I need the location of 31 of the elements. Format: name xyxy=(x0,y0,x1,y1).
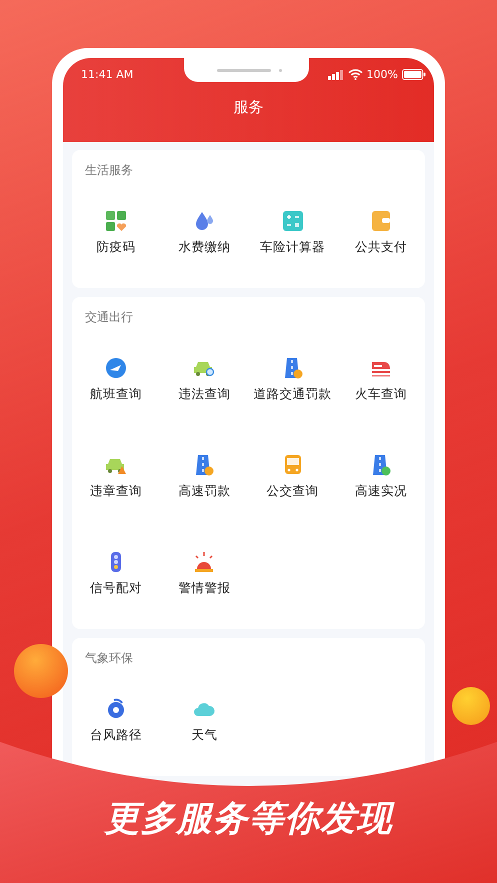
service-item[interactable]: 公交查询 xyxy=(248,453,337,500)
service-item[interactable]: 防疫码 xyxy=(72,209,160,256)
wifi-icon xyxy=(348,69,363,80)
service-item[interactable]: 公共支付 xyxy=(336,209,425,256)
section-title: 气象环保 xyxy=(84,650,134,667)
service-item[interactable]: 车险计算器 xyxy=(248,209,337,256)
status-time: 11:41 AM xyxy=(81,67,134,81)
section-title: 生活服务 xyxy=(84,162,134,179)
airplane-icon xyxy=(104,356,128,380)
section-title: 交通出行 xyxy=(84,309,134,326)
service-item[interactable]: 道路交通罚款 xyxy=(248,356,337,403)
calculator-icon xyxy=(280,209,305,233)
service-item[interactable]: 航班查询 xyxy=(72,356,160,403)
service-item[interactable]: 违法查询 xyxy=(160,356,248,403)
page-title: 服务 xyxy=(232,98,264,117)
service-item[interactable]: 违章查询 xyxy=(72,453,160,500)
grid-heart-icon xyxy=(104,209,128,233)
decorative-ball xyxy=(452,687,490,725)
battery-percent: 100% xyxy=(366,68,398,81)
service-item[interactable]: 天气 xyxy=(160,697,248,744)
slogan-text: 更多服务等你发现 xyxy=(0,795,497,842)
service-item[interactable]: 高速实况 xyxy=(336,453,425,500)
service-item[interactable]: 水费缴纳 xyxy=(160,209,248,256)
service-item[interactable]: 台风路径 xyxy=(72,697,160,744)
service-item[interactable]: 信号配对 xyxy=(72,550,160,597)
decorative-ball xyxy=(14,644,68,698)
signal-icon xyxy=(328,70,344,80)
battery-icon xyxy=(402,69,426,80)
service-item[interactable]: 火车查询 xyxy=(336,356,425,403)
service-item[interactable]: 警情警报 xyxy=(160,550,248,597)
service-item[interactable]: 高速罚款 xyxy=(160,453,248,500)
